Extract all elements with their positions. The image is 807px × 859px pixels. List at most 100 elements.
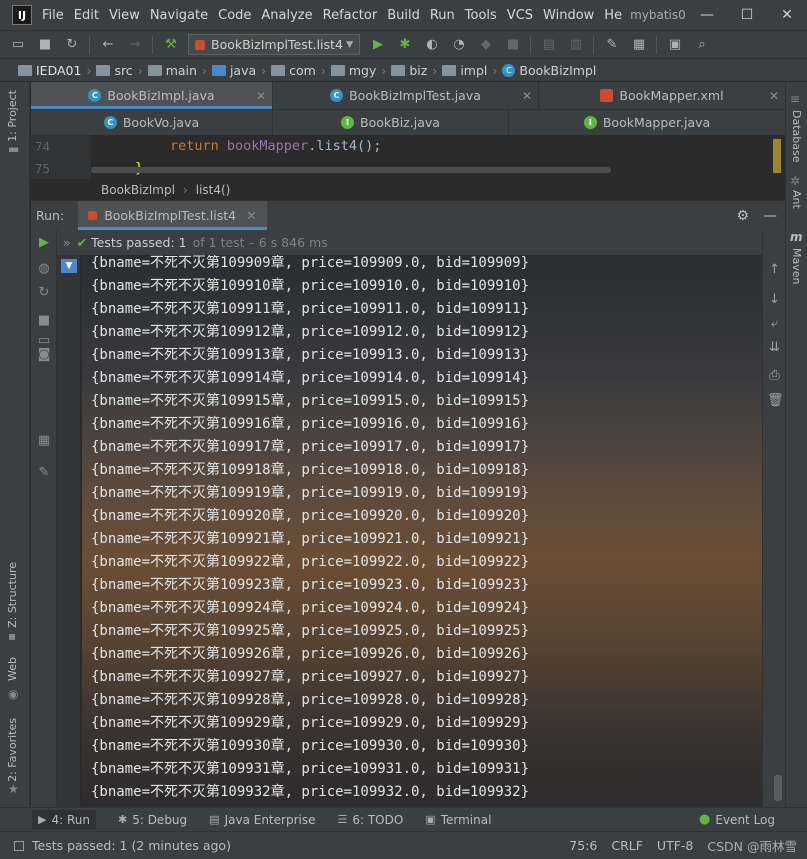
rerun-failed-icon[interactable]: ◍ (37, 262, 51, 276)
maximize-button[interactable]: ☐ (727, 7, 767, 23)
minimize-panel-icon[interactable]: — (763, 208, 777, 224)
layout-icon[interactable]: ▭ (37, 334, 51, 348)
structure-tool-tab[interactable]: Z: Structure (6, 562, 19, 628)
crumb-project[interactable]: IEDA01 › (18, 63, 96, 78)
horizontal-scrollbar[interactable] (91, 167, 611, 173)
terminal-tool-button[interactable]: ▣ Terminal (425, 813, 491, 827)
settings-wrench-icon[interactable]: ✎ (603, 36, 621, 54)
menu-help[interactable]: He (604, 8, 622, 23)
coverage-icon[interactable]: ◐ (423, 36, 441, 54)
soft-wrap-icon[interactable]: ⤶ (767, 316, 782, 331)
crumb-biz[interactable]: biz › (391, 63, 442, 78)
close-window-button[interactable]: ✕ (767, 7, 807, 23)
breadcrumb-method[interactable]: list4() (196, 183, 231, 197)
camera-icon[interactable]: ◙ (37, 348, 51, 362)
code-editor[interactable]: 74 75 return bookMapper.list4(); } (31, 135, 785, 179)
run-tab[interactable]: BookBizImplTest.list4 ✕ (78, 201, 267, 230)
toggle-auto-test-icon[interactable]: ↻ (37, 286, 51, 300)
crumb-main[interactable]: main › (147, 63, 212, 78)
error-stripe-marker[interactable] (773, 139, 781, 173)
up-arrow-icon[interactable]: ↑ (767, 262, 782, 277)
console-output[interactable]: {bname=不死不灭第109909章, price=109909.0, bid… (82, 255, 762, 807)
close-tab-icon[interactable]: ✕ (256, 89, 266, 103)
database-tool-tab[interactable]: Database (790, 110, 803, 163)
crumb-com[interactable]: com › (271, 63, 331, 78)
toolbar-divider (89, 35, 90, 54)
menu-tools[interactable]: Tools (465, 8, 497, 23)
breadcrumb-class[interactable]: BookBizImpl (101, 183, 175, 197)
profile-icon[interactable]: ◔ (450, 36, 468, 54)
tab-bookbizimpltest[interactable]: C BookBizImplTest.java ✕ (273, 82, 539, 109)
down-arrow-icon[interactable]: ↓ (767, 292, 782, 307)
menu-run[interactable]: Run (430, 8, 455, 23)
attach-icon[interactable]: ◆ (477, 36, 495, 54)
java-enterprise-label: Java Enterprise (224, 812, 316, 827)
run-configuration-select[interactable]: BookBizImplTest.list4 ▼ (188, 34, 360, 55)
trash-icon[interactable]: 🗑 (767, 393, 784, 408)
crumb-java[interactable]: java › (211, 63, 271, 78)
stop-icon[interactable]: ■ (504, 36, 522, 54)
tab-bookbizimpl[interactable]: C BookBizImpl.java ✕ (31, 82, 273, 109)
open-folder-icon[interactable]: ▭ (9, 36, 27, 54)
sync-icon[interactable]: ↻ (63, 36, 81, 54)
caret-position[interactable]: 75:6 (569, 838, 597, 853)
menu-navigate[interactable]: Navigate (150, 8, 208, 23)
restore-layout-icon[interactable]: ▦ (37, 434, 51, 448)
line-separator[interactable]: CRLF (611, 838, 643, 853)
tab-bookvo[interactable]: C BookVo.java (31, 110, 273, 135)
status-message[interactable]: Tests passed: 1 (2 minutes ago) (32, 838, 231, 853)
maven-tool-tab[interactable]: Maven (790, 248, 803, 284)
stop-icon[interactable]: ■ (37, 314, 51, 328)
print-icon[interactable]: ⎙ (767, 368, 782, 383)
crumb-impl[interactable]: impl › (442, 63, 502, 78)
close-tab-icon[interactable]: ✕ (246, 208, 256, 223)
run-tool-button[interactable]: ▶ 4: Run (32, 809, 96, 830)
menu-file[interactable]: File (42, 8, 64, 23)
todo-tool-button[interactable]: ☰ 6: TODO (337, 813, 403, 827)
crumb-src[interactable]: src › (96, 63, 147, 78)
run-icon[interactable]: ▶ (369, 36, 387, 54)
rerun-icon[interactable]: ▶ (37, 236, 51, 250)
project-structure-icon[interactable]: ▦ (630, 36, 648, 54)
tool-windows-toggle-icon[interactable] (14, 840, 24, 851)
menu-view[interactable]: View (109, 8, 140, 23)
debug-tool-button[interactable]: ✱ 5: Debug (118, 813, 187, 827)
vertical-scrollbar[interactable] (774, 775, 782, 801)
build-hammer-icon[interactable]: ⚒ (162, 36, 180, 54)
menu-build[interactable]: Build (387, 8, 420, 23)
scroll-to-end-icon[interactable]: ⇊ (767, 340, 782, 355)
debug-icon[interactable]: ✱ (396, 36, 414, 54)
web-tool-tab[interactable]: Web (6, 657, 19, 681)
crumb-class[interactable]: C BookBizImpl (502, 63, 596, 78)
favorites-tool-tab[interactable]: 2: Favorites (6, 718, 19, 782)
vcs-update-icon[interactable]: ▤ (540, 36, 558, 54)
forward-arrow-icon[interactable]: → (126, 36, 144, 54)
back-arrow-icon[interactable]: ← (99, 36, 117, 54)
search-icon[interactable]: ⌕ (693, 36, 711, 54)
tab-bookbiz[interactable]: I BookBiz.java (273, 110, 509, 135)
terminal-window-icon[interactable]: ▣ (666, 36, 684, 54)
menu-window[interactable]: Window (543, 8, 594, 23)
close-tab-icon[interactable]: ✕ (522, 89, 532, 103)
collapse-arrow-icon[interactable]: ▼ (61, 259, 77, 273)
minimize-button[interactable]: — (687, 7, 727, 23)
pin-icon[interactable]: ✎ (37, 466, 51, 480)
tab-bookmapper-xml[interactable]: BookMapper.xml ✕ (539, 82, 785, 109)
tab-bookmapper-java[interactable]: I BookMapper.java (509, 110, 785, 135)
expand-chevron-icon[interactable]: » (63, 235, 71, 250)
menu-analyze[interactable]: Analyze (261, 8, 312, 23)
gear-icon[interactable]: ⚙ (736, 208, 749, 224)
menu-code[interactable]: Code (218, 8, 251, 23)
ant-tool-tab[interactable]: Ant (790, 190, 803, 209)
crumb-mgy[interactable]: mgy › (330, 63, 392, 78)
menu-vcs[interactable]: VCS (507, 8, 533, 23)
vcs-commit-icon[interactable]: ▥ (567, 36, 585, 54)
save-all-icon[interactable]: ■ (36, 36, 54, 54)
event-log-button[interactable]: ● Event Log (699, 812, 775, 827)
close-tab-icon[interactable]: ✕ (769, 89, 779, 103)
java-enterprise-tool-button[interactable]: ▤ Java Enterprise (209, 813, 315, 827)
file-encoding[interactable]: UTF-8 (657, 838, 693, 853)
project-tool-tab[interactable]: 1: Project (6, 90, 19, 142)
menu-edit[interactable]: Edit (74, 8, 99, 23)
menu-refactor[interactable]: Refactor (323, 8, 378, 23)
